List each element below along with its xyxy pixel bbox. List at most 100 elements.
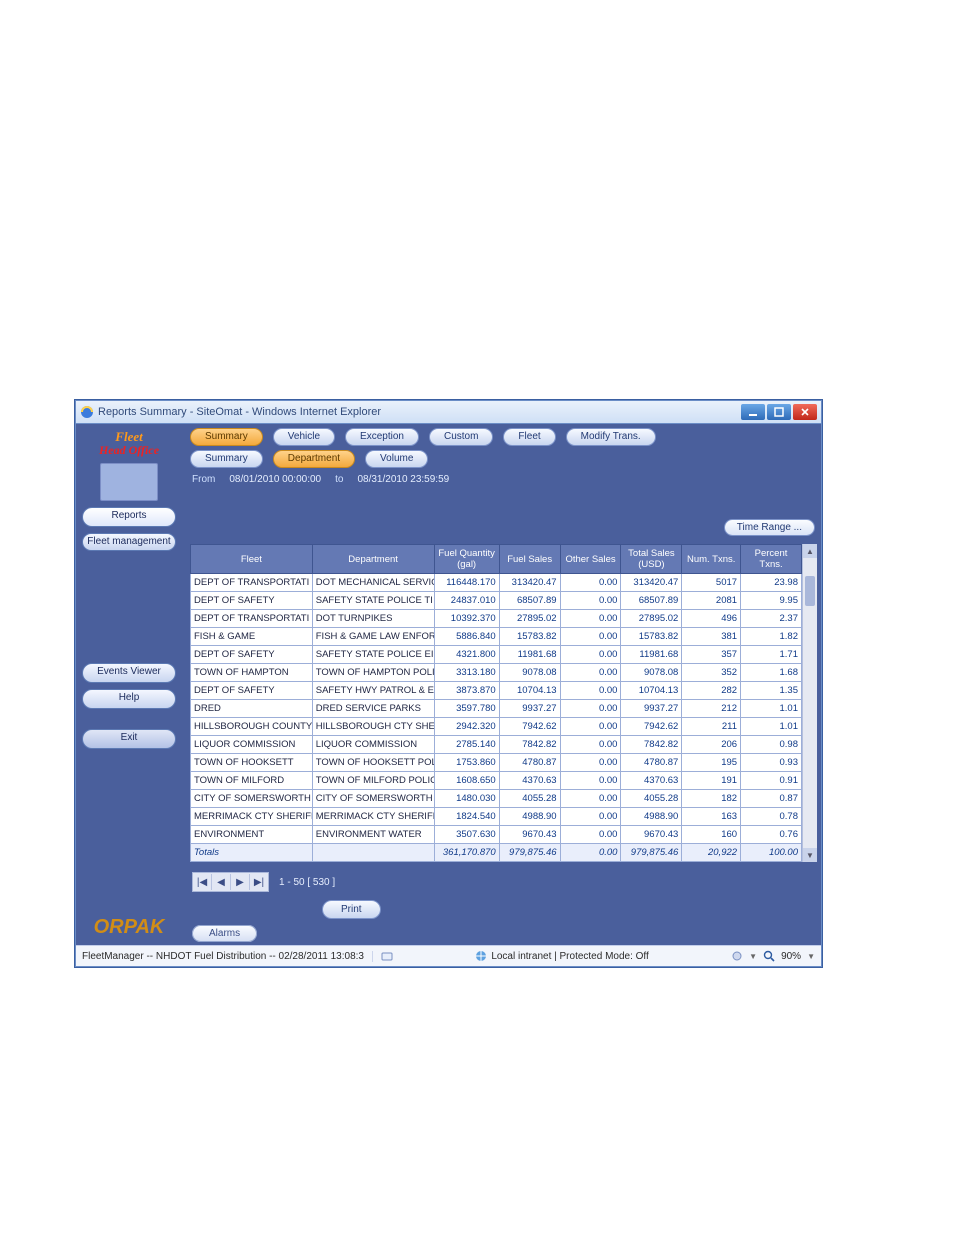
tab-primary-exception[interactable]: Exception [345,428,419,446]
cell: SAFETY STATE POLICE EI [312,646,434,664]
table-row[interactable]: DEPT OF SAFETYSAFETY HWY PATROL & E3873.… [191,682,802,700]
table-row[interactable]: TOWN OF MILFORDTOWN OF MILFORD POLIC1608… [191,772,802,790]
cell: 3507.630 [434,826,499,844]
cell: 212 [682,700,741,718]
tab-secondary-volume[interactable]: Volume [365,450,428,468]
cell: DOT MECHANICAL SERVIC [312,574,434,592]
sidebar-exit[interactable]: Exit [82,729,176,749]
cell: 4988.90 [621,808,682,826]
tab-secondary-department[interactable]: Department [273,450,355,468]
cell: DRED [191,700,313,718]
time-range-button[interactable]: Time Range ... [724,519,815,536]
cell: 0.78 [741,808,802,826]
status-icon [381,950,393,962]
cell: 0.76 [741,826,802,844]
titlebar: Reports Summary - SiteOmat - Windows Int… [76,401,821,424]
sidebar-reports[interactable]: Reports [82,507,176,527]
cell: 0.00 [560,574,621,592]
alarms-button[interactable]: Alarms [192,925,257,942]
cell: 496 [682,610,741,628]
col-header[interactable]: Num. Txns. [682,545,741,574]
scroll-down-button[interactable]: ▼ [803,848,817,862]
cell: 1.68 [741,664,802,682]
cell: 0.91 [741,772,802,790]
cell: 1.82 [741,628,802,646]
zoom-value: 90% [781,951,801,962]
table-row[interactable]: TOWN OF HAMPTONTOWN OF HAMPTON POLI3313.… [191,664,802,682]
tab-primary-custom[interactable]: Custom [429,428,493,446]
cell: 5017 [682,574,741,592]
cell: 381 [682,628,741,646]
cell: 7842.82 [499,736,560,754]
col-header[interactable]: Department [312,545,434,574]
table-row[interactable]: DEPT OF TRANSPORTATIDOT MECHANICAL SERVI… [191,574,802,592]
table-row[interactable]: TOWN OF HOOKSETTTOWN OF HOOKSETT POL1753… [191,754,802,772]
col-header[interactable]: Fleet [191,545,313,574]
zoom-dropdown-icon[interactable]: ▼ [807,952,815,961]
brand-line2: Head Office [99,444,159,457]
report-table-wrap: FleetDepartmentFuel Quantity (gal)Fuel S… [190,544,817,862]
table-row[interactable]: DEPT OF SAFETYSAFETY STATE POLICE EI4321… [191,646,802,664]
cell: 4780.87 [499,754,560,772]
cell: 0.00 [560,826,621,844]
cell: 313420.47 [499,574,560,592]
sidebar-help[interactable]: Help [82,689,176,709]
table-row[interactable]: MERRIMACK CTY SHERIFFMERRIMACK CTY SHERI… [191,808,802,826]
cell: 0.93 [741,754,802,772]
status-mid: Local intranet | Protected Mode: Off [401,950,723,962]
cell: DEPT OF SAFETY [191,646,313,664]
table-row[interactable]: LIQUOR COMMISSIONLIQUOR COMMISSION2785.1… [191,736,802,754]
pager-first[interactable]: |◀ [193,874,212,890]
col-header[interactable]: Other Sales [560,545,621,574]
close-button[interactable] [793,404,817,420]
cell: CITY OF SOMERSWORTH [312,790,434,808]
cell: 24837.010 [434,592,499,610]
sidebar-events-viewer[interactable]: Events Viewer [82,663,176,683]
cell: HILLSBOROUGH COUNTY [191,718,313,736]
col-header[interactable]: Fuel Sales [499,545,560,574]
cell: 3873.870 [434,682,499,700]
maximize-button[interactable] [767,404,791,420]
scroll-up-button[interactable]: ▲ [803,544,817,558]
cell: 7942.62 [621,718,682,736]
table-row[interactable]: HILLSBOROUGH COUNTYHILLSBOROUGH CTY SHEI… [191,718,802,736]
pager-last[interactable]: ▶| [250,874,268,890]
cell: DEPT OF TRANSPORTATI [191,610,313,628]
table-row[interactable]: FISH & GAMEFISH & GAME LAW ENFOR5886.840… [191,628,802,646]
totals-row: Totals361,170.870979,875.460.00979,875.4… [191,844,802,862]
sidebar-fleet-management[interactable]: Fleet management [82,533,176,551]
table-row[interactable]: DREDDRED SERVICE PARKS3597.7809937.270.0… [191,700,802,718]
tab-primary-modify-trans-[interactable]: Modify Trans. [566,428,656,446]
pager-next[interactable]: ▶ [231,874,250,890]
col-header[interactable]: Fuel Quantity (gal) [434,545,499,574]
print-button[interactable]: Print [322,900,381,919]
vertical-scrollbar[interactable]: ▲ ▼ [802,544,817,862]
cell: HILLSBOROUGH CTY SHEI [312,718,434,736]
minimize-button[interactable] [741,404,765,420]
tab-primary-vehicle[interactable]: Vehicle [273,428,335,446]
cell: 11981.68 [621,646,682,664]
tab-primary-fleet[interactable]: Fleet [503,428,555,446]
scroll-thumb[interactable] [805,576,815,606]
cell: 0.00 [560,682,621,700]
totals-cell: 100.00 [741,844,802,862]
cell: 9937.27 [499,700,560,718]
tab-secondary-summary[interactable]: Summary [190,450,263,468]
col-header[interactable]: Total Sales (USD) [621,545,682,574]
table-row[interactable]: DEPT OF SAFETYSAFETY STATE POLICE TI2483… [191,592,802,610]
table-row[interactable]: ENVIRONMENTENVIRONMENT WATER3507.6309670… [191,826,802,844]
status-mid-text: Local intranet | Protected Mode: Off [491,951,649,962]
tab-primary-summary[interactable]: Summary [190,428,263,446]
col-header[interactable]: Percent Txns. [741,545,802,574]
cell: 7942.62 [499,718,560,736]
cell: 10704.13 [499,682,560,700]
cell: 206 [682,736,741,754]
pager-prev[interactable]: ◀ [212,874,231,890]
cell: 357 [682,646,741,664]
settings-dropdown-icon[interactable]: ▼ [749,952,757,961]
brand-image [100,463,158,501]
settings-icon[interactable] [731,950,743,962]
table-row[interactable]: DEPT OF TRANSPORTATIDOT TURNPIKES10392.3… [191,610,802,628]
zoom-icon[interactable] [763,950,775,962]
table-row[interactable]: CITY OF SOMERSWORTHCITY OF SOMERSWORTH14… [191,790,802,808]
